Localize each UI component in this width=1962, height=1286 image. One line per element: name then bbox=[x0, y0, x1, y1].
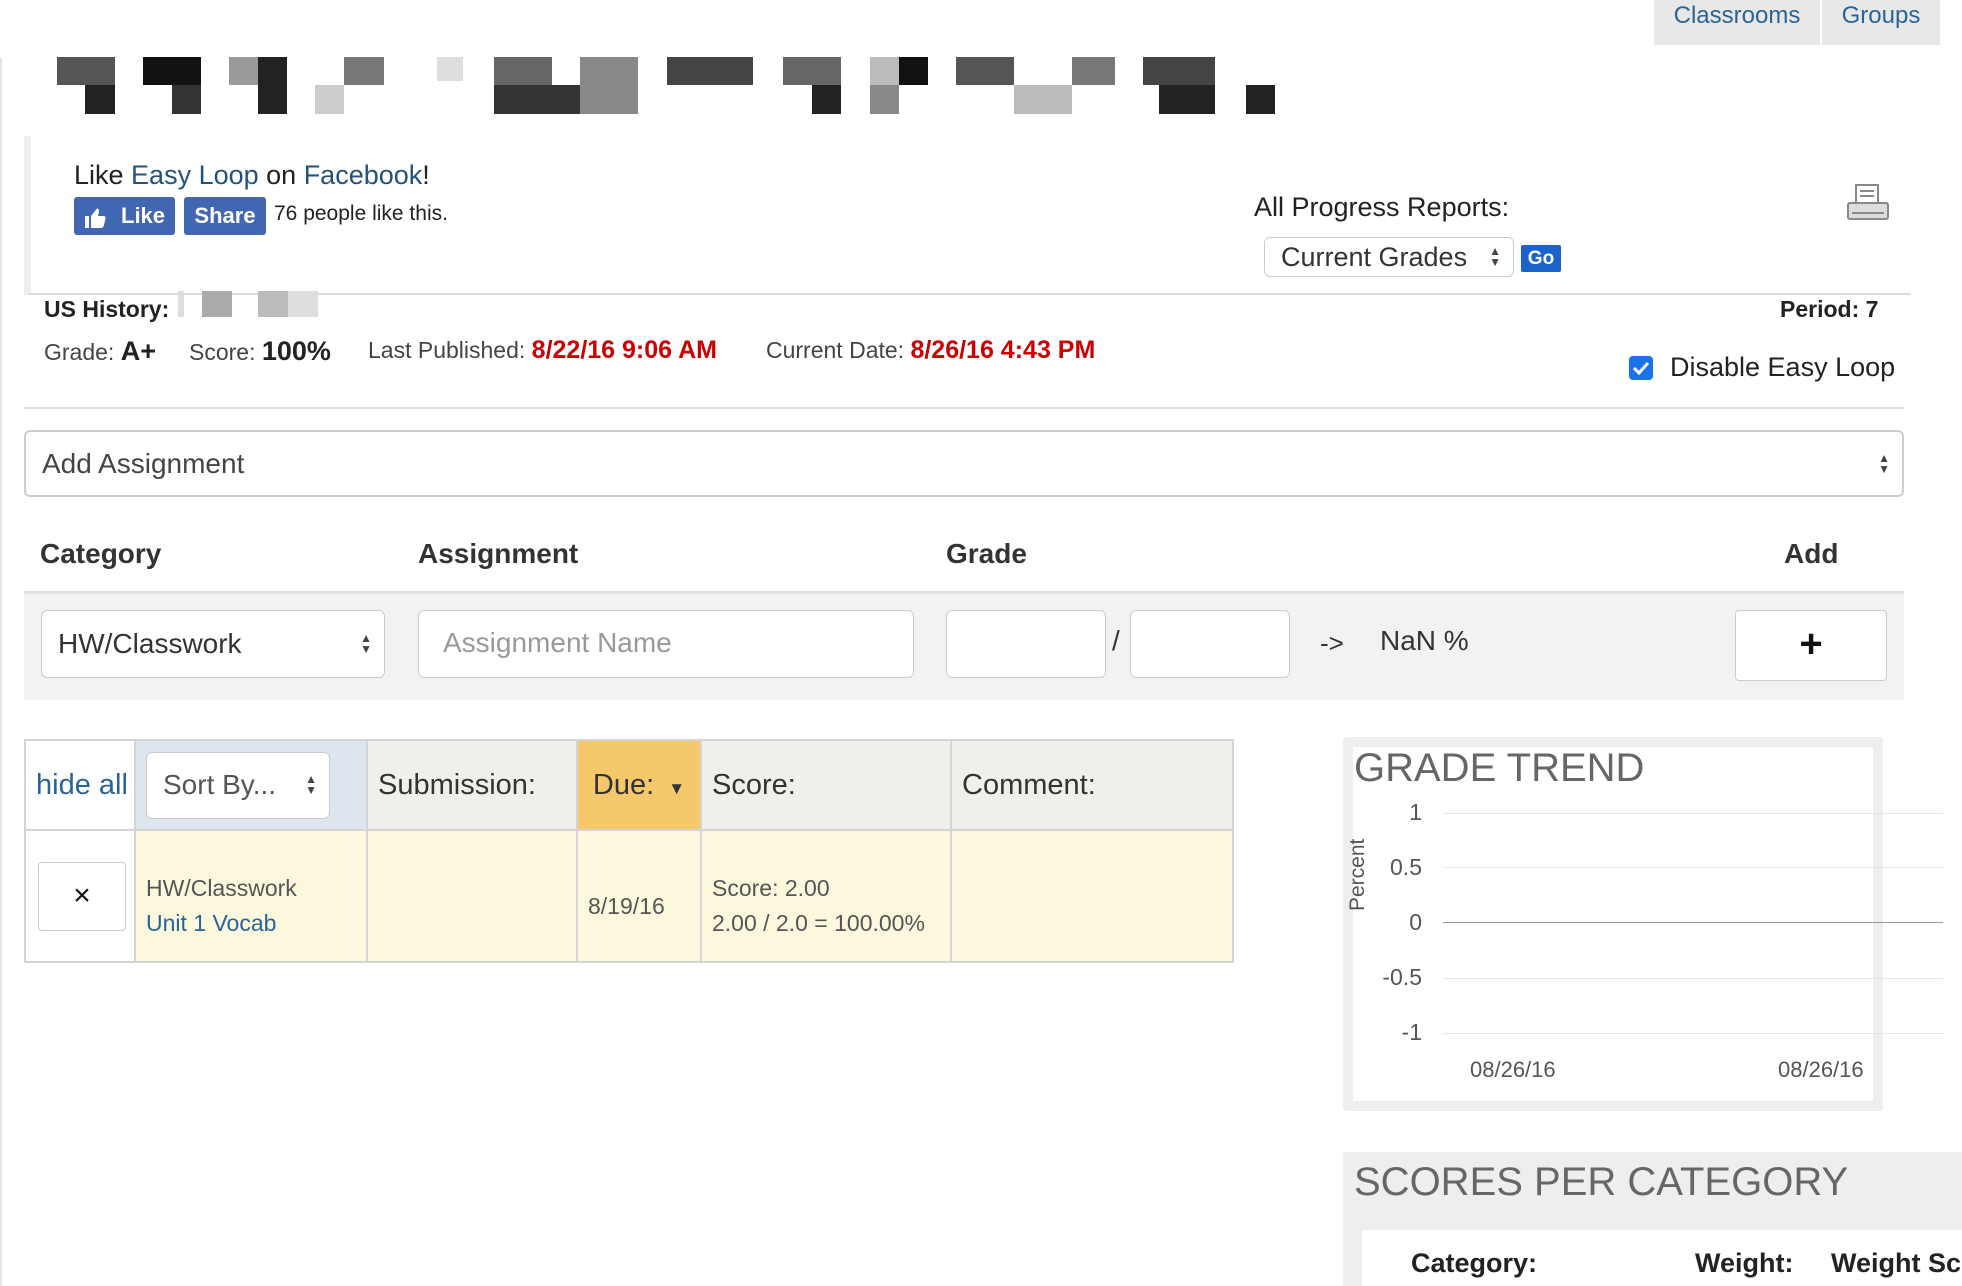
x-tick-label: 08/26/16 bbox=[1470, 1057, 1556, 1082]
select-arrows-icon: ▲ ▼ bbox=[1489, 244, 1501, 269]
hide-all-cell: hide all bbox=[24, 739, 136, 831]
submission-cell bbox=[366, 829, 578, 963]
progress-reports-label: All Progress Reports: bbox=[1254, 192, 1510, 222]
remove-assignment-button[interactable]: × bbox=[38, 861, 126, 931]
y-tick-label: 0 bbox=[1409, 909, 1422, 935]
facebook-link[interactable]: Facebook bbox=[304, 160, 423, 190]
easy-loop-link[interactable]: Easy Loop bbox=[131, 160, 259, 190]
current-date-label: Current Date: 8/26/16 4:43 PM bbox=[766, 336, 1096, 364]
period-label: Period: 7 bbox=[1780, 296, 1879, 322]
comment-cell bbox=[950, 829, 1234, 963]
score-cell: Score: 2.00 2.00 / 2.0 = 100.00% bbox=[700, 829, 952, 963]
grade-slash: / bbox=[1112, 625, 1120, 656]
sort-by-cell: Sort By... ▲ ▼ bbox=[134, 739, 368, 831]
page-left-border bbox=[0, 58, 2, 1286]
select-arrows-icon: ▲ ▼ bbox=[1878, 450, 1890, 476]
assignment-name-input[interactable]: Assignment Name bbox=[418, 610, 914, 678]
nav-tab-classrooms[interactable]: Classrooms bbox=[1654, 0, 1820, 45]
gridline bbox=[1443, 978, 1943, 979]
score-label: Score: 100% bbox=[189, 336, 331, 366]
current-date-value: 8/26/16 4:43 PM bbox=[910, 336, 1096, 364]
facebook-like-prompt: Like Easy Loop on Facebook! bbox=[74, 160, 430, 190]
y-axis-label: Percent bbox=[1346, 838, 1369, 911]
progress-report-select[interactable]: Current Grades ▲ ▼ bbox=[1264, 237, 1514, 277]
add-column-header: Add bbox=[1784, 538, 1839, 569]
assignment-name-link[interactable]: Unit 1 Vocab bbox=[146, 910, 356, 937]
weight-column-header: Weight: bbox=[1695, 1248, 1794, 1278]
assignment-cell: HW/Classwork Unit 1 Vocab bbox=[134, 829, 368, 963]
table-header-row: hide all Sort By... ▲ ▼ Submission: Due: … bbox=[24, 739, 1234, 831]
zero-line bbox=[1443, 922, 1943, 923]
remove-cell: × bbox=[24, 829, 136, 963]
score-calculation: 2.00 / 2.0 = 100.00% bbox=[712, 910, 925, 936]
facebook-like-count: 76 people like this. bbox=[274, 202, 448, 225]
hide-all-link[interactable]: hide all bbox=[26, 769, 134, 802]
facebook-like-button[interactable]: Like bbox=[74, 197, 175, 235]
score-line: Score: 2.00 bbox=[712, 875, 830, 901]
table-row: × HW/Classwork Unit 1 Vocab 8/19/16 Scor… bbox=[24, 829, 1234, 963]
select-arrows-icon: ▲ ▼ bbox=[305, 772, 317, 797]
go-button[interactable]: Go bbox=[1521, 245, 1561, 272]
sort-by-select[interactable]: Sort By... ▲ ▼ bbox=[146, 751, 330, 819]
gridline bbox=[1443, 867, 1943, 868]
points-earned-input[interactable] bbox=[946, 610, 1106, 678]
grade-label: Grade: A+ bbox=[44, 336, 156, 366]
category-column-header: Category bbox=[40, 538, 162, 569]
sort-desc-icon: ▼ bbox=[668, 778, 686, 798]
points-possible-input[interactable] bbox=[1130, 610, 1290, 678]
grade-value: A+ bbox=[120, 336, 156, 366]
grade-trend-chart-area bbox=[1353, 747, 1873, 1101]
x-tick-label: 08/26/16 bbox=[1778, 1057, 1864, 1082]
y-tick-label: -0.5 bbox=[1382, 964, 1422, 990]
last-published-label: Last Published: 8/22/16 9:06 AM bbox=[368, 336, 717, 364]
nav-tab-groups[interactable]: Groups bbox=[1822, 0, 1940, 45]
assignments-table: hide all Sort By... ▲ ▼ Submission: Due: … bbox=[24, 739, 1234, 963]
y-tick-label: 1 bbox=[1409, 799, 1422, 825]
gridline bbox=[1443, 1033, 1943, 1034]
select-arrows-icon: ▲ ▼ bbox=[360, 631, 372, 656]
grade-arrow: -> bbox=[1320, 628, 1344, 658]
disable-easy-loop-checkbox[interactable] bbox=[1629, 356, 1653, 380]
weight-score-column-header: Weight Sc bbox=[1831, 1248, 1962, 1278]
y-tick-label: 0.5 bbox=[1390, 854, 1422, 880]
plus-icon: + bbox=[1799, 622, 1823, 666]
disable-easy-loop-label: Disable Easy Loop bbox=[1670, 352, 1896, 382]
add-assignment-button[interactable]: + bbox=[1735, 610, 1887, 681]
grade-column-header: Grade bbox=[946, 538, 1027, 569]
print-icon[interactable] bbox=[1846, 183, 1890, 223]
scores-per-category-title: SCORES PER CATEGORY bbox=[1354, 1160, 1849, 1204]
course-name: US History: bbox=[44, 296, 170, 322]
score-value: 100% bbox=[261, 336, 331, 366]
thumbs-up-icon bbox=[83, 204, 107, 228]
add-assignment-select[interactable]: Add Assignment ▲ ▼ bbox=[24, 430, 1904, 497]
category-select[interactable]: HW/Classwork ▲ ▼ bbox=[41, 610, 385, 678]
last-published-value: 8/22/16 9:06 AM bbox=[531, 336, 717, 364]
due-cell: 8/19/16 bbox=[576, 829, 702, 963]
grade-trend-title: GRADE TREND bbox=[1354, 746, 1645, 790]
assignment-category: HW/Classwork bbox=[146, 875, 297, 901]
gridline bbox=[1443, 813, 1943, 814]
facebook-share-button[interactable]: Share bbox=[184, 197, 266, 235]
divider bbox=[24, 407, 1904, 409]
grade-percent-result: NaN % bbox=[1380, 625, 1469, 656]
category-column-header: Category: bbox=[1411, 1248, 1538, 1278]
score-header[interactable]: Score: bbox=[700, 739, 952, 831]
submission-header[interactable]: Submission: bbox=[366, 739, 578, 831]
y-tick-label: -1 bbox=[1401, 1019, 1422, 1045]
due-header[interactable]: Due: ▼ bbox=[576, 739, 702, 831]
assignment-column-header: Assignment bbox=[418, 538, 579, 569]
comment-header[interactable]: Comment: bbox=[950, 739, 1234, 831]
close-icon: × bbox=[73, 878, 91, 912]
